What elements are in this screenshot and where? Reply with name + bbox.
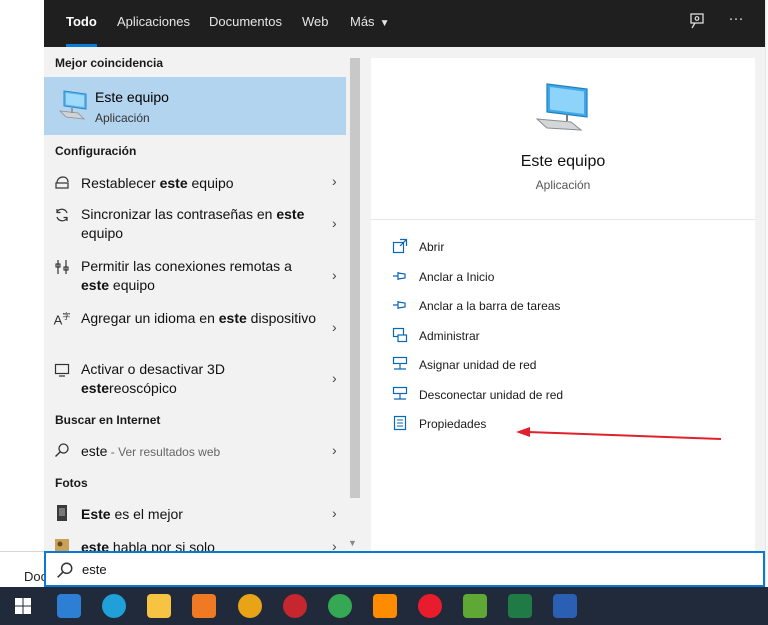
section-header-best-match: Mejor coincidencia xyxy=(55,56,164,70)
chevron-down-icon: ▼ xyxy=(379,18,390,29)
chevron-right-icon[interactable]: › xyxy=(332,538,337,551)
app-icon[interactable] xyxy=(283,594,307,618)
settings-result-reset[interactable]: Restablecer este equipo › xyxy=(44,171,346,201)
scrollbar-thumb[interactable] xyxy=(350,58,360,498)
settings-result-remote-connections[interactable]: Permitir las conexiones remotas a este e… xyxy=(44,257,346,299)
result-label: Activar o desactivar 3D estereoscópico xyxy=(81,361,225,396)
search-icon xyxy=(53,442,71,460)
taskbar xyxy=(0,587,768,625)
background-window: Doc xyxy=(0,0,47,587)
app-icon[interactable] xyxy=(463,594,487,618)
open-icon xyxy=(391,238,409,256)
disconnect-network-drive-icon xyxy=(391,386,409,404)
tab-web[interactable]: Web xyxy=(302,0,329,47)
web-search-result[interactable]: este - Ver resultados web › xyxy=(44,440,346,468)
action-label: Administrar xyxy=(419,329,480,343)
chevron-right-icon[interactable]: › xyxy=(332,505,337,521)
chevron-right-icon[interactable]: › xyxy=(332,215,337,231)
pin-icon xyxy=(391,297,409,315)
display-icon xyxy=(53,362,71,380)
pin-icon xyxy=(391,268,409,286)
tab-label: Todo xyxy=(66,14,97,29)
result-label: Este es el mejor xyxy=(81,506,183,522)
feedback-icon[interactable] xyxy=(686,12,708,34)
search-tabs-bar: Todo Aplicaciones Documentos Web Más ▼ ··… xyxy=(44,0,765,47)
settings-result-stereo-3d[interactable]: Activar o desactivar 3D estereoscópico › xyxy=(44,360,346,402)
opera-app-icon[interactable] xyxy=(418,594,442,618)
result-label: Sincronizar las contraseñas en este equi… xyxy=(81,206,305,241)
app-icon[interactable] xyxy=(373,594,397,618)
section-header-web: Buscar en Internet xyxy=(55,413,161,427)
search-icon xyxy=(57,562,73,578)
results-list: Mejor coincidencia Este equipo Aplicació… xyxy=(44,47,346,551)
photo-thumbnail-icon xyxy=(53,537,71,551)
action-label: Abrir xyxy=(419,240,445,254)
chevron-right-icon[interactable]: › xyxy=(332,267,337,283)
map-network-drive-icon xyxy=(391,356,409,374)
search-window: Todo Aplicaciones Documentos Web Más ▼ ··… xyxy=(44,0,765,587)
action-label: Asignar unidad de red xyxy=(419,358,537,372)
action-label: Desconectar unidad de red xyxy=(419,388,564,402)
preview-title: Este equipo xyxy=(520,153,606,170)
result-label: este habla por si solo xyxy=(81,539,215,551)
settings-result-add-language[interactable]: A字 Agregar un idioma en este dispositivo… xyxy=(44,309,346,351)
manage-icon xyxy=(391,327,409,345)
xampp-app-icon[interactable] xyxy=(192,594,216,618)
photo-result[interactable]: Este es el mejor › xyxy=(44,503,346,531)
app-icon[interactable] xyxy=(238,594,262,618)
result-label: este - Ver resultados web xyxy=(81,443,221,459)
word-app-icon[interactable] xyxy=(553,594,577,618)
action-label: Anclar a Inicio xyxy=(419,270,495,284)
tab-label: Más xyxy=(350,14,375,29)
search-input[interactable]: este xyxy=(44,551,765,587)
results-scrollbar[interactable]: ▼ xyxy=(346,58,362,551)
photo-result[interactable]: este habla por si solo › xyxy=(44,536,346,551)
language-icon: A字 xyxy=(53,312,71,328)
best-match-title: Este equipo xyxy=(95,89,169,105)
chevron-right-icon[interactable]: › xyxy=(332,319,337,335)
settings-result-sync-passwords[interactable]: Sincronizar las contraseñas en este equi… xyxy=(44,205,346,247)
edge-app-icon[interactable] xyxy=(102,594,126,618)
remote-connection-icon xyxy=(53,259,71,277)
tab-todo[interactable]: Todo xyxy=(66,0,97,47)
result-label: Restablecer este equipo xyxy=(81,175,234,191)
reset-pc-icon xyxy=(53,174,71,192)
section-header-photos: Fotos xyxy=(55,476,88,490)
properties-icon xyxy=(391,415,409,433)
result-label: Permitir las conexiones remotas a este e… xyxy=(81,258,292,293)
tab-documentos[interactable]: Documentos xyxy=(209,0,282,47)
start-button[interactable] xyxy=(11,594,35,618)
chrome-app-icon[interactable] xyxy=(328,594,352,618)
scroll-down-icon[interactable]: ▼ xyxy=(348,538,357,548)
chevron-right-icon[interactable]: › xyxy=(332,370,337,386)
this-pc-icon xyxy=(535,83,588,131)
best-match-item[interactable]: Este equipo Aplicación xyxy=(44,77,346,135)
excel-app-icon[interactable] xyxy=(508,594,532,618)
search-query-text[interactable]: este xyxy=(82,562,107,577)
chevron-right-icon[interactable]: › xyxy=(332,442,337,458)
tab-mas[interactable]: Más ▼ xyxy=(350,0,389,47)
more-options-icon[interactable]: ··· xyxy=(725,10,747,32)
preview-subtitle: Aplicación xyxy=(535,178,591,192)
tab-aplicaciones[interactable]: Aplicaciones xyxy=(117,0,190,47)
tab-label: Aplicaciones xyxy=(117,14,190,29)
chevron-right-icon[interactable]: › xyxy=(332,173,337,189)
file-explorer-icon[interactable] xyxy=(147,594,171,618)
photo-thumbnail-icon xyxy=(53,504,71,522)
sync-icon xyxy=(53,207,71,225)
this-pc-icon xyxy=(58,90,87,120)
store-app-icon[interactable] xyxy=(57,594,81,618)
background-divider xyxy=(0,551,44,552)
preview-pane: Este equipo Aplicación Abrir Anclar a In… xyxy=(371,58,755,551)
action-label: Propiedades xyxy=(419,417,487,431)
windows-icon xyxy=(15,598,31,614)
preview-header: Este equipo Aplicación xyxy=(371,58,755,220)
section-header-settings: Configuración xyxy=(55,144,137,158)
result-label: Agregar un idioma en este dispositivo xyxy=(81,310,317,326)
action-label: Anclar a la barra de tareas xyxy=(419,299,561,313)
tab-label: Documentos xyxy=(209,14,282,29)
tab-label: Web xyxy=(302,14,329,29)
best-match-subtitle: Aplicación xyxy=(95,111,150,125)
